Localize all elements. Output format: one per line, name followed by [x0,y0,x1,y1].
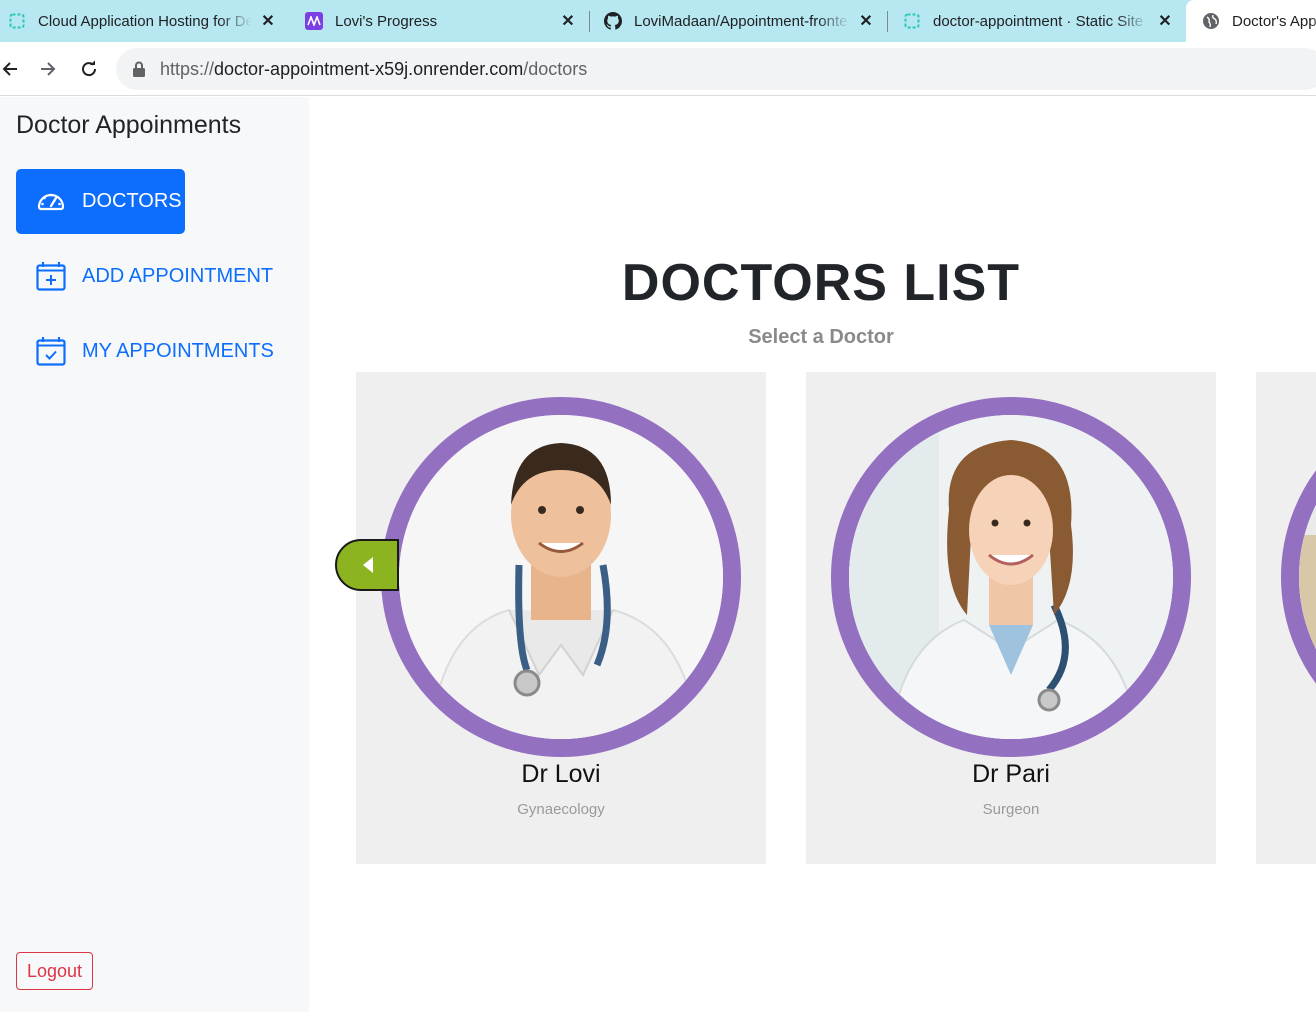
sidebar-item-my-appointments[interactable]: MY APPOINTMENTS [36,336,274,366]
arrow-right-icon [41,62,56,76]
calendar-check-icon [36,337,66,366]
sidebar-item-label: ADD APPOINTMENT [82,264,274,287]
sidebar: Doctor Appoinments DOCTORS ADD APPOINTME… [0,97,309,1012]
doctor-card-partial[interactable] [1256,372,1316,864]
browser-tab-strip: Cloud Application Hosting for De ✕ Lovi'… [0,0,1316,42]
arrow-left-icon [2,62,17,76]
mural-icon [305,12,323,30]
back-button[interactable] [0,55,24,83]
github-icon [604,12,622,30]
main-content: DOCTORS LIST Select a Doctor Dr Lovi Gyn… [309,97,1316,1012]
dashboard-icon [37,193,65,210]
sidebar-item-label: MY APPOINTMENTS [82,339,274,362]
tab-title: Lovi's Progress [335,12,438,30]
doctor-specialty: Gynaecology [517,801,605,818]
calendar-plus-icon [36,262,66,291]
globe-icon [1202,12,1220,30]
close-icon[interactable]: ✕ [856,11,876,31]
forward-button[interactable] [34,55,62,83]
app: Doctor Appoinments DOCTORS ADD APPOINTME… [0,97,1316,1012]
browser-tab-doctors-app[interactable]: Doctor's App [1186,0,1316,42]
tab-separator [887,11,888,32]
render-icon [8,12,26,30]
page-title: DOCTORS LIST [621,254,1021,312]
close-icon[interactable]: ✕ [1155,11,1175,31]
tab-title: doctor-appointment · Static Site [933,12,1144,30]
url-path: /doctors [523,58,588,79]
browser-toolbar: https://doctor-appointment-x59j.onrender… [0,42,1316,96]
doctor-name: Dr Pari [972,760,1050,788]
doctor-photo [831,397,1191,757]
browser-tab-github[interactable]: LoviMadaan/Appointment-fronte ✕ [594,0,886,42]
reload-button[interactable] [75,55,103,83]
sidebar-item-add-appointment[interactable]: ADD APPOINTMENT [36,261,273,291]
doctor-card[interactable]: Dr Lovi Gynaecology [356,372,766,864]
render-icon [903,12,921,30]
doctor-name: Dr Lovi [521,760,601,788]
close-icon[interactable]: ✕ [558,11,578,31]
sidebar-item-doctors[interactable]: DOCTORS [16,169,185,234]
url-host: doctor-appointment-x59j.onrender.com [214,58,524,79]
page-subtitle: Select a Doctor [748,326,894,348]
tab-title: LoviMadaan/Appointment-fronte [634,12,848,30]
tab-separator [589,11,590,32]
url-scheme: https:// [160,58,215,79]
doctor-photo [381,397,741,757]
close-icon[interactable]: ✕ [258,11,278,31]
brand-title: Doctor Appoinments [16,111,242,139]
address-bar[interactable]: https://doctor-appointment-x59j.onrender… [116,48,1316,90]
browser-tab-lovis-progress[interactable]: Lovi's Progress ✕ [295,0,588,42]
sidebar-item-label: DOCTORS [82,190,182,212]
browser-tab-render-hosting[interactable]: Cloud Application Hosting for De ✕ [0,0,290,42]
carousel-prev-button[interactable] [335,539,399,591]
doctor-photo [1281,397,1316,757]
browser-tab-static-site[interactable]: doctor-appointment · Static Site ✕ [893,0,1185,42]
logout-button[interactable]: Logout [16,952,93,990]
doctor-card[interactable]: Dr Pari Surgeon [806,372,1216,864]
tab-title: Cloud Application Hosting for De [38,12,252,30]
tab-title: Doctor's App [1232,12,1316,30]
doctor-specialty: Surgeon [982,801,1040,818]
reload-icon [82,60,97,77]
lock-icon [133,61,145,77]
